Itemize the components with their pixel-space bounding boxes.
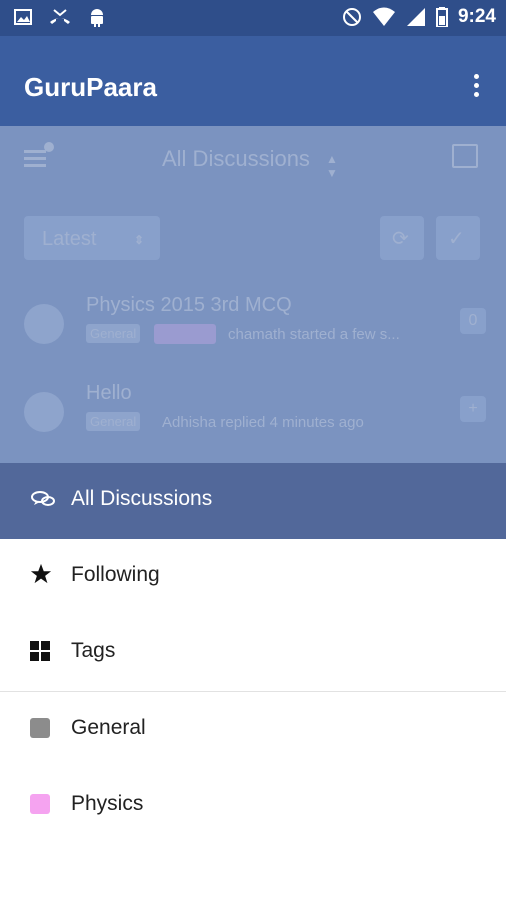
star-icon bbox=[30, 563, 52, 584]
compose-icon bbox=[452, 144, 478, 168]
reply-count: 0 bbox=[460, 308, 486, 334]
list-item: Physics 2015 3rd MCQ General chamath sta… bbox=[0, 294, 506, 384]
drawer-item-label: Following bbox=[71, 563, 160, 586]
tag-color-swatch bbox=[30, 794, 50, 814]
android-icon bbox=[91, 9, 103, 27]
check-icon: ✓ bbox=[448, 228, 465, 250]
app-bar: GuruPaara bbox=[0, 36, 506, 126]
tag-badge: General bbox=[86, 412, 141, 431]
mark-read-button: ✓ bbox=[436, 216, 480, 260]
missed-call-icon bbox=[50, 9, 70, 24]
drawer-item-label: Tags bbox=[71, 639, 116, 662]
drawer-item-tags[interactable]: Tags bbox=[0, 615, 506, 691]
drawer-tag-label: General bbox=[71, 716, 146, 739]
discussion-title: Hello bbox=[86, 382, 132, 404]
discussions-header-title: All Discussions bbox=[162, 146, 310, 171]
sort-select-label: Latest bbox=[42, 228, 97, 250]
app-title: GuruPaara bbox=[24, 72, 157, 102]
drawer-tag-label: Physics bbox=[71, 792, 144, 815]
tag-badge: General bbox=[86, 324, 141, 343]
discussion-title: Physics 2015 3rd MCQ bbox=[86, 294, 292, 316]
drawer-item-label: All Discussions bbox=[71, 487, 213, 510]
image-icon bbox=[14, 9, 32, 25]
drawer-item-all-discussions[interactable]: All Discussions bbox=[0, 463, 506, 539]
do-not-disturb-icon bbox=[342, 8, 361, 26]
list-item: Hello General Adhisha replied 4 minutes … bbox=[0, 382, 506, 463]
drawer-tag-general[interactable]: General bbox=[0, 692, 506, 768]
drawer-item-following[interactable]: Following bbox=[0, 539, 506, 615]
discussion-meta: Adhisha replied 4 minutes ago bbox=[162, 414, 364, 431]
avatar bbox=[24, 392, 64, 432]
clock: 9:24 bbox=[457, 6, 496, 27]
signal-icon bbox=[406, 8, 425, 26]
discussion-meta: chamath started a few s... bbox=[228, 326, 400, 343]
refresh-icon: ⟳ bbox=[392, 228, 409, 250]
avatar bbox=[24, 304, 64, 344]
menu-icon bbox=[24, 146, 46, 171]
status-bar: 9:24 bbox=[0, 0, 506, 36]
refresh-button: ⟳ bbox=[380, 216, 424, 260]
sort-arrows-icon: ▲ ▼ bbox=[326, 152, 338, 180]
background-content: All Discussions ▲ ▼ Latest ⇕ ⟳ ✓ Physics … bbox=[0, 126, 506, 463]
discussions-icon bbox=[31, 491, 55, 506]
grid-icon bbox=[30, 641, 50, 661]
drawer-tag-physics[interactable]: Physics bbox=[0, 768, 506, 844]
notification-dot bbox=[44, 142, 54, 152]
wifi-icon bbox=[372, 7, 395, 26]
tag-badge bbox=[154, 324, 216, 344]
reply-count: + bbox=[460, 396, 486, 422]
battery-icon bbox=[435, 7, 448, 27]
sort-select: Latest ⇕ bbox=[24, 216, 160, 260]
tag-color-swatch bbox=[30, 718, 50, 738]
dropdown-arrows-icon: ⇕ bbox=[133, 233, 144, 247]
more-vertical-icon[interactable] bbox=[474, 74, 482, 101]
